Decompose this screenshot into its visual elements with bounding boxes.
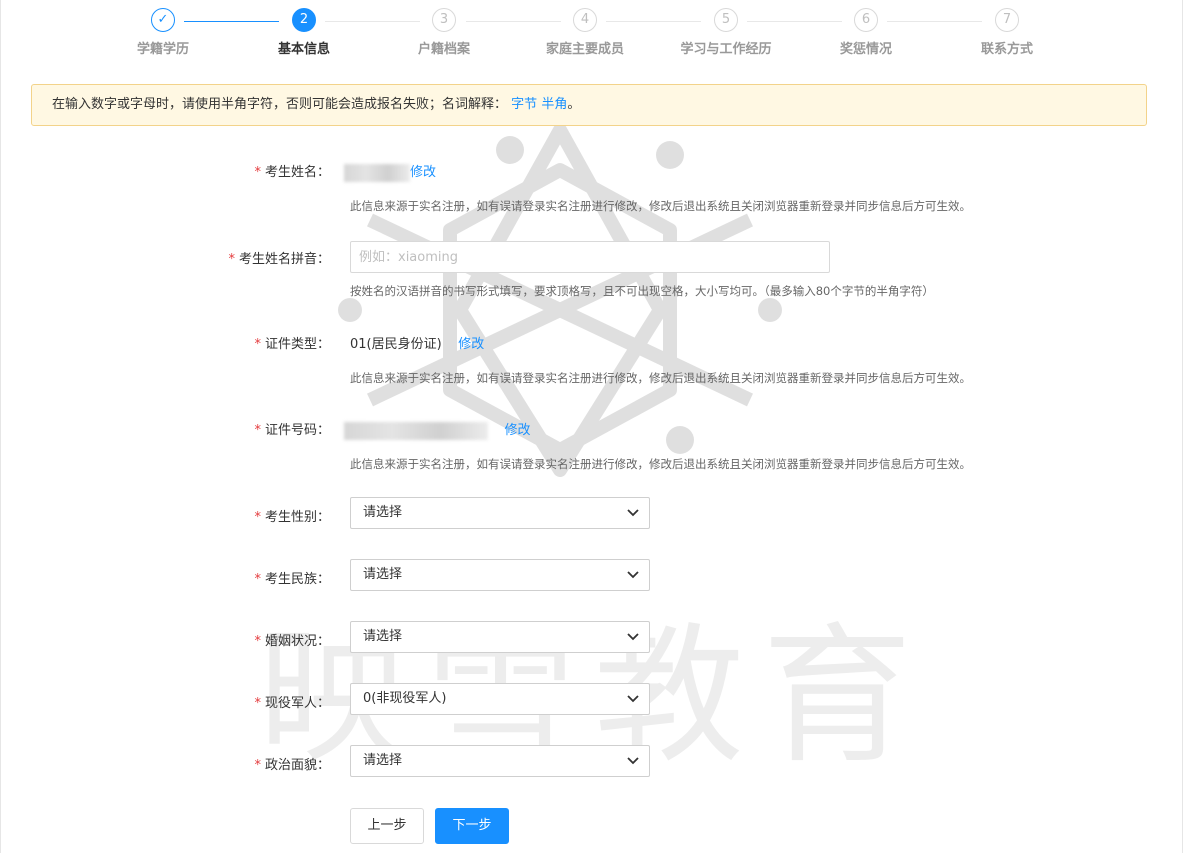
edit-name-link[interactable]: 修改 — [410, 165, 436, 180]
required-asterisk: * — [254, 337, 261, 352]
step-3: 3 户籍档案 — [364, 8, 524, 57]
field-label-text: 考生姓名拼音： — [238, 252, 330, 267]
step-6: 6 奖惩情况 — [786, 8, 946, 57]
chevron-down-icon — [627, 571, 639, 579]
step-1[interactable]: ✓ 学籍学历 — [83, 8, 243, 57]
select-value: 请选择 — [363, 629, 403, 644]
edit-id-type-link[interactable]: 修改 — [458, 337, 484, 352]
gender-select[interactable]: 请选择 — [350, 497, 650, 529]
step-number: 5 — [714, 8, 738, 32]
field-label: * 证件类型： — [254, 333, 330, 352]
field-label-text: 婚姻状况： — [264, 634, 330, 649]
ethnicity-select[interactable]: 请选择 — [350, 559, 650, 591]
step-number: 6 — [854, 8, 878, 32]
step-label: 户籍档案 — [417, 42, 470, 57]
select-value: 请选择 — [363, 505, 403, 520]
step-label: 学籍学历 — [136, 42, 189, 57]
notice-link-byte[interactable]: 字节 — [511, 97, 537, 112]
field-label-text: 考生民族： — [264, 572, 330, 587]
marital-select[interactable]: 请选择 — [350, 621, 650, 653]
chevron-down-icon — [627, 695, 639, 703]
required-asterisk: * — [228, 252, 235, 267]
frame-left-border — [0, 0, 1, 853]
notice-text: 在输入数字或字母时，请使用半角字符，否则可能会造成报名失败；名词解释： — [52, 97, 508, 112]
edit-id-number-link[interactable]: 修改 — [505, 423, 531, 438]
step-5: 5 学习与工作经历 — [646, 8, 806, 57]
next-step-button[interactable]: 下一步 — [435, 808, 509, 844]
halfwidth-notice: 在输入数字或字母时，请使用半角字符，否则可能会造成报名失败；名词解释： 字节 半… — [31, 84, 1147, 126]
field-label: * 婚姻状况： — [254, 630, 330, 649]
field-label: * 考生姓名： — [254, 161, 330, 180]
field-hint: 此信息来源于实名注册，如有误请登录实名注册进行修改，修改后退出系统且关闭浏览器重… — [350, 199, 971, 213]
chevron-down-icon — [627, 757, 639, 765]
political-select[interactable]: 请选择 — [350, 745, 650, 777]
step-4: 4 家庭主要成员 — [505, 8, 665, 57]
step-label: 基本信息 — [277, 42, 330, 57]
required-asterisk: * — [254, 696, 261, 711]
field-label-text: 现役军人： — [264, 696, 330, 711]
field-label: * 考生民族： — [254, 568, 330, 587]
field-label: * 政治面貌： — [254, 754, 330, 773]
notice-suffix: 。 — [567, 97, 581, 112]
step-number: 3 — [432, 8, 456, 32]
required-asterisk: * — [254, 165, 261, 180]
field-hint: 此信息来源于实名注册，如有误请登录实名注册进行修改，修改后退出系统且关闭浏览器重… — [350, 371, 971, 385]
field-label-text: 政治面貌： — [264, 758, 330, 773]
select-value: 请选择 — [363, 567, 403, 582]
select-value: 0(非现役军人) — [363, 691, 447, 706]
required-asterisk: * — [254, 572, 261, 587]
field-label: * 现役军人： — [254, 692, 330, 711]
chevron-down-icon — [627, 509, 639, 517]
step-label: 家庭主要成员 — [545, 42, 624, 57]
progress-stepper: ✓ 学籍学历 2 基本信息 3 户籍档案 4 家庭主要成员 5 学习与工作经历 … — [0, 0, 1183, 70]
step-number: 2 — [292, 8, 316, 32]
field-label-text: 考生性别： — [264, 510, 330, 525]
notice-link-halfwidth[interactable]: 半角 — [541, 97, 567, 112]
field-label: * 考生性别： — [254, 506, 330, 525]
select-value: 请选择 — [363, 753, 403, 768]
id-type-value: 01(居民身份证) 修改 — [350, 333, 484, 352]
step-number: 4 — [573, 8, 597, 32]
redacted-name — [344, 163, 410, 182]
required-asterisk: * — [254, 423, 261, 438]
field-hint: 按姓名的汉语拼音的书写形式填写，要求顶格写，且不可出现空格，大小写均可。（最多输… — [350, 284, 934, 298]
military-select[interactable]: 0(非现役军人) — [350, 683, 650, 715]
step-check-icon: ✓ — [151, 8, 175, 32]
step-label: 学习与工作经历 — [680, 42, 772, 57]
field-label: * 证件号码： — [254, 419, 330, 438]
step-label: 联系方式 — [980, 42, 1033, 57]
field-label-text: 证件号码： — [264, 423, 330, 438]
id-number-value: 修改 — [344, 419, 531, 440]
step-7: 7 联系方式 — [927, 8, 1087, 57]
id-type-text: 01(居民身份证) — [350, 337, 442, 352]
redacted-id-number — [344, 421, 488, 440]
required-asterisk: * — [254, 634, 261, 649]
step-number: 7 — [995, 8, 1019, 32]
field-hint: 此信息来源于实名注册，如有误请登录实名注册进行修改，修改后退出系统且关闭浏览器重… — [350, 457, 971, 471]
required-asterisk: * — [254, 758, 261, 773]
step-label: 奖惩情况 — [839, 42, 892, 57]
step-2[interactable]: 2 基本信息 — [224, 8, 384, 57]
required-asterisk: * — [254, 510, 261, 525]
pinyin-input[interactable] — [350, 241, 830, 273]
field-label-text: 证件类型： — [264, 337, 330, 352]
field-label: * 考生姓名拼音： — [228, 248, 330, 267]
name-value: 修改 — [344, 161, 436, 182]
field-label-text: 考生姓名： — [264, 165, 330, 180]
prev-step-button[interactable]: 上一步 — [350, 808, 424, 844]
chevron-down-icon — [627, 633, 639, 641]
